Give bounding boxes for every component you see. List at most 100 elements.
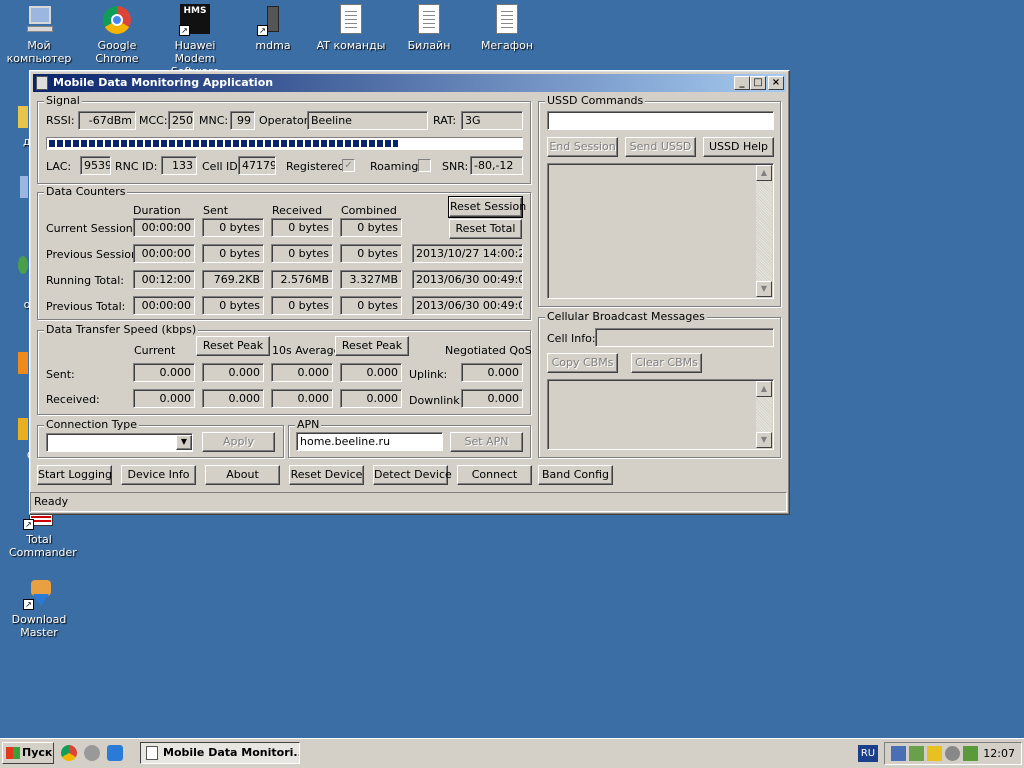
internet-explorer-icon[interactable]: [107, 745, 123, 761]
network-disconnected-icon[interactable]: [891, 746, 906, 761]
speed-cell: 0.000: [340, 363, 402, 382]
desktop-icon-label: mdma: [255, 39, 291, 52]
average-header: 10s Average: [272, 344, 341, 357]
set-apn-button[interactable]: Set APN: [450, 432, 523, 452]
group-title: Cellular Broadcast Messages: [545, 310, 707, 323]
connection-type-select[interactable]: [46, 433, 193, 452]
counter-cell: 769.2KB: [202, 270, 264, 289]
counter-cell: 00:00:00: [133, 296, 195, 315]
reset-device-button[interactable]: Reset Device: [289, 465, 364, 485]
connect-button[interactable]: Connect: [457, 465, 532, 485]
shortcut-arrow-icon: ↗: [23, 519, 34, 530]
band-config-button[interactable]: Band Config: [538, 465, 613, 485]
snr-value: -80,-12: [470, 156, 523, 175]
duration-header: Duration: [133, 204, 181, 217]
speed-cell: 0.000: [271, 389, 333, 408]
taskbar-app-button[interactable]: Mobile Data Monitori...: [140, 742, 300, 764]
ussd-scrollbar[interactable]: ▲ ▼: [756, 165, 772, 297]
about-button[interactable]: About: [205, 465, 280, 485]
ussd-input[interactable]: [547, 111, 774, 130]
ussd-help-button[interactable]: USSD Help: [703, 137, 774, 157]
rssi-label: RSSI:: [46, 114, 75, 127]
alien-icon[interactable]: [84, 745, 100, 761]
speed-cell: 0.000: [133, 363, 195, 382]
desktop-icon-mdma[interactable]: ↗ mdma: [235, 4, 311, 52]
desktop-icon-download-master[interactable]: ↗ Download Master: [1, 578, 77, 639]
desktop-icon-my-computer[interactable]: Мой компьютер: [1, 4, 77, 65]
reset-peak-button[interactable]: Reset Peak: [196, 336, 270, 356]
group-title: Data Transfer Speed (kbps): [44, 323, 199, 336]
downlink-label: Downlink:: [409, 394, 464, 407]
counter-cell: 0 bytes: [202, 244, 264, 263]
chrome-icon[interactable]: [61, 745, 77, 761]
group-title: Data Counters: [44, 185, 128, 198]
counter-cell: 0 bytes: [271, 218, 333, 237]
reset-total-button[interactable]: Reset Total: [449, 219, 522, 239]
current-session-label: Current Session:: [46, 222, 137, 235]
desktop-icon-label: Мегафон: [480, 39, 534, 52]
counter-cell: 0 bytes: [271, 296, 333, 315]
desktop-icon-megafon[interactable]: Мегафон: [469, 4, 545, 52]
desktop-icon-beeline[interactable]: Билайн: [391, 4, 467, 52]
counter-date: 2013/10/27 14:00:20: [412, 244, 523, 263]
shortcut-arrow-icon: ↗: [23, 599, 34, 610]
roaming-checkbox[interactable]: [418, 159, 431, 172]
copy-cbms-button[interactable]: Copy CBMs: [547, 353, 618, 373]
previous-total-label: Previous Total:: [46, 300, 126, 313]
counter-cell: 0 bytes: [340, 218, 402, 237]
maximize-button[interactable]: □: [750, 76, 766, 90]
my-computer-icon: [23, 4, 55, 36]
shortcut-arrow-icon: ↗: [179, 25, 190, 36]
reset-peak-avg-button[interactable]: Reset Peak: [335, 336, 409, 356]
app-icon: [36, 76, 48, 90]
shortcut-arrow-icon: ↗: [257, 25, 268, 36]
reset-session-button[interactable]: Reset Session: [448, 196, 526, 218]
received-header: Received: [272, 204, 323, 217]
start-logging-button[interactable]: Start Logging: [37, 465, 112, 485]
apn-input[interactable]: home.beeline.ru: [296, 432, 443, 451]
minimize-button[interactable]: _: [734, 76, 750, 90]
clear-cbms-button[interactable]: Clear CBMs: [631, 353, 702, 373]
desktop-icon-hms[interactable]: HMS ↗ Huawei Modem Software: [157, 4, 233, 78]
speaker-icon[interactable]: [945, 746, 960, 761]
cbm-scrollbar[interactable]: ▲ ▼: [756, 381, 772, 448]
battery-icon[interactable]: [963, 746, 978, 761]
rnc-value: 133: [161, 156, 197, 175]
send-ussd-button[interactable]: Send USSD: [625, 137, 696, 157]
counter-date: 2013/06/30 00:49:06: [412, 270, 523, 289]
apply-button[interactable]: Apply: [202, 432, 275, 452]
device-info-button[interactable]: Device Info: [121, 465, 196, 485]
registered-checkbox[interactable]: ✓: [342, 159, 355, 172]
desktop-icon-chrome[interactable]: Google Chrome: [79, 4, 155, 65]
speed-cell: 0.000: [202, 389, 264, 408]
start-button[interactable]: Пуск: [2, 742, 54, 764]
counter-date: 2013/06/30 00:49:06: [412, 296, 523, 315]
signal-strength-fill: [49, 140, 398, 147]
sent-header: Sent: [203, 204, 229, 217]
mnc-value: 99: [230, 111, 255, 130]
scroll-down-icon[interactable]: ▼: [756, 281, 772, 297]
sent-speed-label: Sent:: [46, 368, 75, 381]
close-button[interactable]: ×: [768, 76, 784, 90]
desktop-icon-at-commands[interactable]: AT команды: [313, 4, 389, 52]
uplink-value: 0.000: [461, 363, 523, 382]
group-title: Connection Type: [44, 418, 140, 431]
end-session-button[interactable]: End Session: [547, 137, 618, 157]
scroll-down-icon[interactable]: ▼: [756, 432, 772, 448]
title-bar[interactable]: Mobile Data Monitoring Application _ □ ×: [33, 74, 786, 92]
warning-icon[interactable]: [927, 746, 942, 761]
scroll-up-icon[interactable]: ▲: [756, 381, 772, 397]
chrome-icon: [101, 4, 133, 36]
ussd-output[interactable]: ▲ ▼: [547, 163, 774, 299]
windows-logo-icon: [6, 747, 20, 759]
dropdown-button[interactable]: ▼: [176, 435, 192, 450]
modem-icon[interactable]: [909, 746, 924, 761]
language-indicator[interactable]: RU: [858, 745, 878, 762]
clock[interactable]: 12:07: [983, 747, 1015, 760]
computer-icon: [0, 172, 28, 204]
snr-label: SNR:: [442, 160, 469, 173]
cbm-output[interactable]: ▲ ▼: [547, 379, 774, 450]
scroll-up-icon[interactable]: ▲: [756, 165, 772, 181]
vlc-icon: [0, 348, 28, 380]
detect-device-button[interactable]: Detect Device: [373, 465, 452, 485]
